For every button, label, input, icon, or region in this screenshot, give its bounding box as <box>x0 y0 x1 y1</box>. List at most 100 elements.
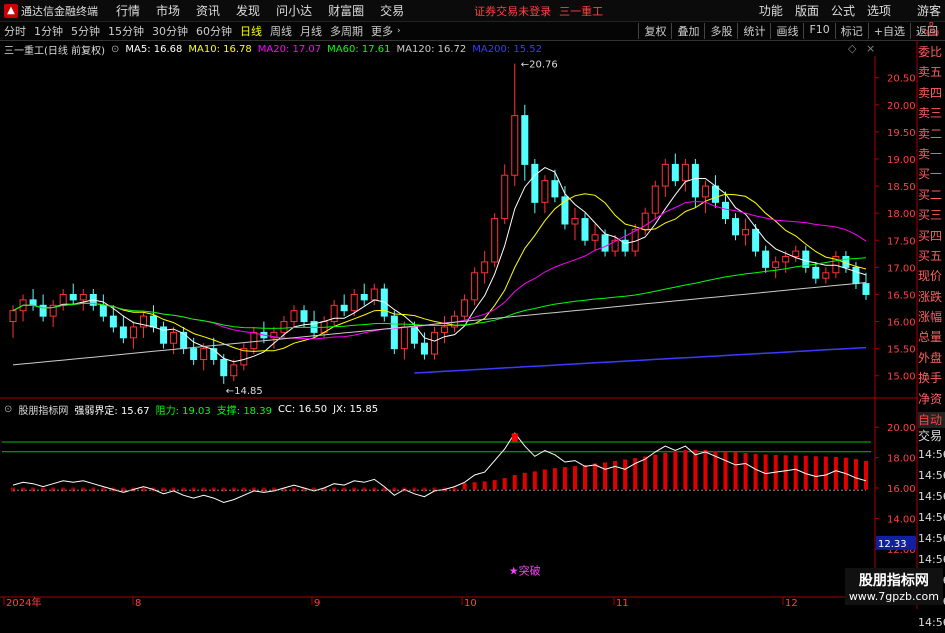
tab-auto[interactable]: 自动 <box>918 412 945 428</box>
candle-body <box>230 364 238 377</box>
indicator-bar <box>653 454 658 490</box>
breakout-label: ★突破 <box>509 564 541 578</box>
ind-tick-label-0: 20.00 <box>887 423 916 434</box>
candle-body <box>521 115 529 165</box>
indicator-bar <box>231 487 236 492</box>
indicator-bar <box>683 450 688 490</box>
quote-field-1: 卖五 <box>918 65 943 80</box>
trade-time-0: 14:56 <box>918 448 945 461</box>
candle-body <box>772 261 780 268</box>
candle-body <box>461 299 469 317</box>
x-label-0: 2024年 <box>6 596 41 609</box>
indicator-bar <box>562 467 567 490</box>
indicator-bar <box>362 487 367 492</box>
indicator-bar <box>623 459 628 490</box>
candle-body <box>471 272 479 301</box>
candle-body <box>79 293 87 301</box>
candle-body <box>551 180 559 198</box>
candle-body <box>370 288 378 301</box>
indicator-bar <box>502 478 507 490</box>
candle-body <box>220 358 228 377</box>
indicator-bar <box>522 472 527 490</box>
candle-body <box>340 304 348 312</box>
indicator-bar <box>603 462 608 490</box>
x-label-2: 9 <box>314 598 320 609</box>
ma200-label: MA200: 15.52 <box>472 43 542 55</box>
current-value-label: 12.33 <box>878 539 907 550</box>
trade-time-5: 14:56 <box>918 553 945 566</box>
candle-body <box>69 293 77 301</box>
indicator-bar <box>51 487 56 492</box>
cc-label: CC: 16.50 <box>277 403 328 415</box>
candle-body <box>300 310 308 323</box>
quote-field-2: 卖四 <box>918 85 943 100</box>
candle-body <box>360 293 368 301</box>
ma60-label: MA60: 17.61 <box>327 43 391 55</box>
candle-body <box>721 201 729 220</box>
indicator-bar <box>743 453 748 490</box>
indicator-bar <box>21 487 26 492</box>
indicator-bar <box>823 456 828 490</box>
quote-field-11: 现价 <box>918 269 943 284</box>
candle-body <box>541 180 549 203</box>
indicator-bar <box>753 453 758 490</box>
candle-body <box>420 342 428 355</box>
candle-body <box>481 261 489 274</box>
ma200-line <box>414 346 867 374</box>
candle-body <box>501 174 509 220</box>
price-tick-label-2: 19.50 <box>887 128 916 139</box>
indicator-bar <box>241 487 246 492</box>
ma5-label: MA5: 16.68 <box>125 43 183 55</box>
indicator-bar <box>783 455 788 490</box>
price-tick-label-0: 20.50 <box>887 74 916 85</box>
indicator-bar <box>422 487 427 492</box>
indicator-bar <box>482 481 487 490</box>
price-tick-label-5: 18.00 <box>887 209 916 220</box>
price-tick-label-6: 17.50 <box>887 236 916 247</box>
indicator-settings-icon[interactable]: ⊙ <box>4 404 12 415</box>
indicator-legend: ⊙ 股朋指标网 强弱界定: 15.67 阻力: 19.03 支撑: 18.39 … <box>0 402 384 417</box>
quote-field-15: 外盘 <box>918 350 943 365</box>
candle-body <box>250 331 258 350</box>
tab-trade[interactable]: 交易 <box>918 428 945 444</box>
quote-field-16: 换手 <box>918 371 943 386</box>
indicator-bar <box>492 480 497 490</box>
indicator-bar <box>191 487 196 492</box>
candle-body <box>571 218 579 225</box>
indicator-bar <box>693 449 698 490</box>
indicator-bar <box>813 456 818 490</box>
candle-body <box>601 234 609 252</box>
indicator-bar <box>342 487 347 492</box>
candle-body <box>711 185 719 203</box>
candle-body <box>782 256 790 263</box>
kline-chart[interactable]: 20.50 20.00 19.50 19.00 18.50 18.00 17.50 17.00… <box>0 0 945 609</box>
candle-body <box>651 185 659 214</box>
candle-body <box>29 299 37 306</box>
candle-body <box>742 228 750 236</box>
support-label: 支撑: 18.39 <box>216 405 272 417</box>
candle-body <box>129 326 137 339</box>
candle-body <box>681 163 689 182</box>
indicator-bar <box>261 487 266 492</box>
indicator-bar <box>352 487 357 492</box>
indicator-bar <box>663 452 668 490</box>
price-tick-label-7: 17.00 <box>887 263 916 274</box>
candle-body <box>119 326 127 339</box>
candle-body <box>190 348 198 360</box>
quote-field-8: 买三 <box>918 208 943 223</box>
candle-body <box>430 331 438 355</box>
indicator-bar <box>41 487 46 492</box>
indicator-bar <box>673 451 678 490</box>
indicator-bar <box>572 466 577 490</box>
candle-body <box>170 331 178 344</box>
candle-body <box>410 326 418 344</box>
candle-body <box>390 315 398 350</box>
indicator-bar <box>412 487 417 492</box>
candle-body <box>822 272 830 279</box>
ma120-label: MA120: 16.72 <box>396 43 467 55</box>
indicator-bar <box>853 459 858 490</box>
indicator-bar <box>723 451 728 490</box>
settings-icon[interactable]: ⊙ <box>111 44 119 55</box>
indicator-bar <box>81 487 86 492</box>
price-tick-label-3: 19.00 <box>887 155 916 166</box>
